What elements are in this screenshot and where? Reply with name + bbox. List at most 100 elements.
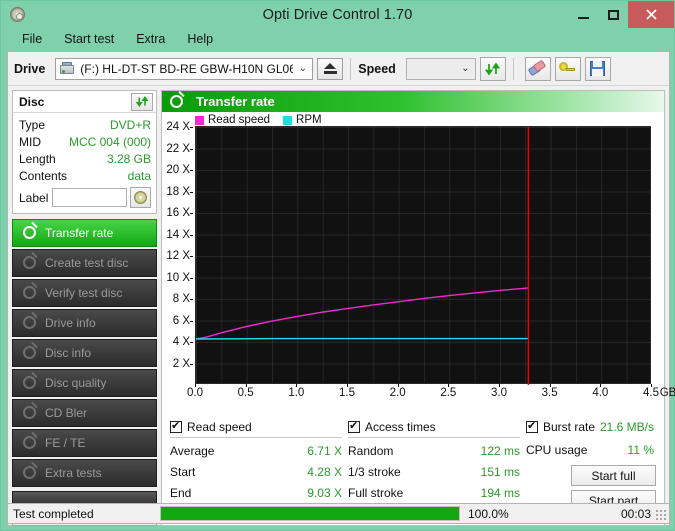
- sidebar-item-label: Extra tests: [45, 466, 102, 480]
- sidebar-item-drive-info[interactable]: Drive info: [12, 309, 157, 337]
- burst-rate-checkbox[interactable]: [526, 421, 538, 433]
- erase-button[interactable]: [525, 57, 551, 81]
- disc-row-key: Length: [19, 151, 56, 168]
- legend-label-read-speed: Read speed: [208, 114, 270, 126]
- sidebar-item-cd-bler[interactable]: CD Bler: [12, 399, 157, 427]
- x-axis-tick-label: 3.0: [491, 387, 507, 399]
- refresh-button[interactable]: [480, 57, 506, 81]
- transfer-rate-chart: Read speed RPM 2 X4 X6 X8 X10 X12 X14 X1…: [162, 112, 664, 414]
- access-times-label: Access times: [365, 420, 436, 434]
- settings-key-button[interactable]: [555, 57, 581, 81]
- access-times-checkbox-row[interactable]: Access times: [348, 420, 526, 434]
- disc-row-type: Type DVD+R: [19, 117, 151, 134]
- read-speed-stats: Read speed Average 6.71 X Start 4.28 X: [170, 420, 348, 511]
- disc-refresh-button[interactable]: [131, 93, 153, 111]
- speed-label: Speed: [358, 62, 396, 76]
- stat-row-full-stroke: Full stroke 194 ms: [348, 483, 526, 504]
- read-speed-checkbox[interactable]: [170, 421, 182, 433]
- menu-bar: File Start test Extra Help: [1, 28, 674, 50]
- menu-file[interactable]: File: [11, 30, 53, 48]
- disc-label-input[interactable]: [52, 188, 127, 207]
- progress-percent: 100.0%: [460, 507, 555, 521]
- sidebar-item-label: Transfer rate: [45, 226, 113, 240]
- x-axis-tick-label: 4.5: [643, 387, 659, 399]
- stat-row-cpu-usage: CPU usage 11 %: [526, 440, 656, 461]
- main-area: Disc Type DVD+R: [8, 86, 669, 526]
- sidebar-item-label: FE / TE: [45, 436, 85, 450]
- stat-key: Start: [170, 462, 195, 483]
- sidebar-item-disc-info[interactable]: Disc info: [12, 339, 157, 367]
- elapsed-time: 00:03: [555, 507, 669, 521]
- start-full-button[interactable]: Start full: [571, 465, 656, 486]
- fe-te-icon: [22, 435, 38, 451]
- read-speed-checkbox-row[interactable]: Read speed: [170, 420, 348, 434]
- resize-grip[interactable]: [655, 509, 666, 520]
- disc-row-mid: MID MCC 004 (000): [19, 134, 151, 151]
- y-axis-tick-label: 8 X: [173, 293, 190, 305]
- stat-key: Average: [170, 441, 214, 462]
- save-button[interactable]: [585, 57, 611, 81]
- eraser-icon: [529, 62, 546, 76]
- x-axis-tick-label: 2.0: [390, 387, 406, 399]
- sidebar-item-transfer-rate[interactable]: Transfer rate: [12, 219, 157, 247]
- sidebar-nav: Transfer rate Create test disc Verify te…: [12, 219, 157, 504]
- drive-icon: [59, 61, 76, 76]
- sidebar-item-disc-quality[interactable]: Disc quality: [12, 369, 157, 397]
- toolbar-divider-2: [513, 58, 514, 80]
- y-axis-tick: [190, 278, 193, 279]
- eject-icon: [324, 63, 337, 74]
- minimize-button[interactable]: [568, 1, 598, 28]
- stat-row-average: Average 6.71 X: [170, 441, 348, 462]
- close-button[interactable]: [628, 1, 674, 28]
- maximize-button[interactable]: [598, 1, 628, 28]
- sidebar: Disc Type DVD+R: [8, 86, 161, 526]
- y-axis-tick: [190, 342, 193, 343]
- y-axis-tick-label: 6 X: [173, 315, 190, 327]
- disc-label-key: Label: [19, 191, 48, 205]
- menu-help[interactable]: Help: [176, 30, 224, 48]
- key-icon: [559, 61, 576, 76]
- chart-curves: [195, 126, 653, 386]
- menu-start-test[interactable]: Start test: [53, 30, 125, 48]
- x-axis-tick: [499, 384, 500, 387]
- stat-key: CPU usage: [526, 440, 587, 461]
- sidebar-item-extra-tests[interactable]: Extra tests: [12, 459, 157, 487]
- speed-select[interactable]: ⌄: [406, 58, 476, 80]
- transfer-rate-icon: [169, 94, 185, 110]
- x-axis-tick: [246, 384, 247, 387]
- verify-test-disc-icon: [22, 285, 38, 301]
- chart-legend: Read speed RPM: [195, 114, 322, 126]
- stats-area: Read speed Average 6.71 X Start 4.28 X: [162, 414, 664, 511]
- sidebar-item-label: Verify test disc: [45, 286, 122, 300]
- sidebar-item-verify-test-disc[interactable]: Verify test disc: [12, 279, 157, 307]
- access-times-checkbox[interactable]: [348, 421, 360, 433]
- panel-header: Transfer rate: [162, 91, 664, 112]
- toolbar: Drive (F:) HL-DT-ST BD-RE GBW-H10N GL06 …: [8, 52, 669, 86]
- sidebar-item-fe-te[interactable]: FE / TE: [12, 429, 157, 457]
- sidebar-item-label: Disc quality: [45, 376, 106, 390]
- disc-panel: Disc Type DVD+R: [12, 90, 157, 214]
- disc-label-apply-button[interactable]: [130, 187, 151, 208]
- access-times-stats: Access times Random 122 ms 1/3 stroke 15…: [348, 420, 526, 511]
- y-axis-tick-label: 16 X: [166, 207, 190, 219]
- x-axis-tick: [296, 384, 297, 387]
- stat-row-end: End 9.03 X: [170, 483, 348, 504]
- menu-extra[interactable]: Extra: [125, 30, 176, 48]
- x-axis-tick-label: 2.5: [440, 387, 456, 399]
- close-icon: [646, 9, 657, 20]
- stat-value: 122 ms: [481, 441, 520, 462]
- sidebar-item-create-test-disc[interactable]: Create test disc: [12, 249, 157, 277]
- disc-row-value: MCC 004 (000): [69, 134, 151, 151]
- disc-panel-title: Disc: [19, 95, 44, 109]
- y-axis-tick-label: 24 X: [166, 121, 190, 133]
- burst-rate-checkbox-row[interactable]: Burst rate 21.6 MB/s: [526, 420, 656, 434]
- x-axis-tick: [600, 384, 601, 387]
- stat-value: 194 ms: [481, 483, 520, 504]
- disc-row-key: MID: [19, 134, 41, 151]
- x-axis-tick-label: 1.5: [339, 387, 355, 399]
- disc-panel-header: Disc: [13, 91, 156, 113]
- panel-title: Transfer rate: [196, 94, 275, 109]
- eject-button[interactable]: [317, 58, 343, 80]
- disc-row-key: Type: [19, 117, 45, 134]
- drive-select[interactable]: (F:) HL-DT-ST BD-RE GBW-H10N GL06 ⌄: [55, 58, 313, 80]
